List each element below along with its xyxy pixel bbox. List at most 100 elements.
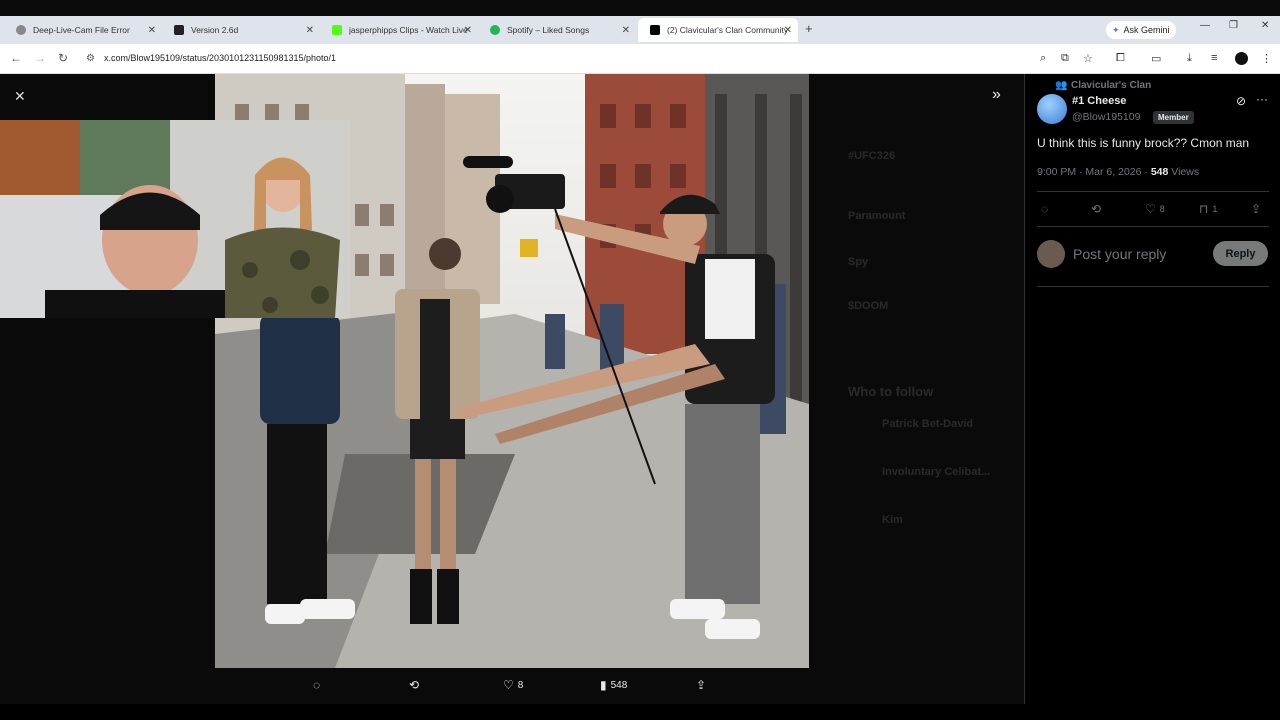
share-button[interactable]: ⇪ [696,678,706,692]
author-display-name[interactable]: #1 Cheese [1072,95,1126,107]
reload-icon[interactable]: ↻ [58,51,68,65]
bg-suggestion: Patrick Bet-David [882,418,974,430]
zoom-icon[interactable]: ⌕ [1040,52,1046,65]
webcam-overlay [0,120,350,318]
reply-icon: ◌ [1041,202,1049,216]
reply-button[interactable]: ◌ [313,678,320,692]
post-text: U think this is funny brock?? Cmon man [1037,136,1250,150]
repost-button[interactable]: ⟲ [1091,202,1101,216]
divider [1037,191,1269,192]
split-view-icon[interactable]: ▭ [1151,52,1161,65]
tab-favicon-icon [332,25,342,35]
divider [1037,286,1269,287]
tab-deep-live-cam[interactable]: Deep-Live-Cam File Error ✕ [4,18,162,42]
share-icon: ⇪ [1251,202,1262,216]
close-tab-icon[interactable]: ✕ [464,25,472,36]
user-avatar [1037,240,1065,268]
close-window-icon[interactable]: ✕ [1261,20,1269,31]
tab-spotify[interactable]: Spotify – Liked Songs ✕ [478,18,636,42]
browser-tab-strip: Deep-Live-Cam File Error ✕ Version 2.6d … [0,0,1280,44]
webcam-feed-illustration [0,120,350,318]
media-controls-icon[interactable]: ≡ [1211,52,1217,64]
tab-title: Spotify – Liked Songs [507,25,590,35]
post-views-count: 548 [1150,166,1169,178]
install-app-icon[interactable]: ⧉ [1061,52,1069,65]
repost-icon: ⟲ [409,678,420,692]
media-viewer: #UFC326 Paramount Spy $DOOM Who to follo… [0,74,1024,704]
grok-icon[interactable]: ⊘ [1236,94,1246,108]
tab-favicon-icon [16,25,26,35]
bg-trend: $DOOM [848,300,889,312]
back-icon[interactable]: ← [10,51,22,65]
share-button[interactable]: ⇪ [1251,202,1261,216]
reply-submit-button[interactable]: Reply [1213,241,1268,266]
heart-icon: ♡ [1145,202,1156,216]
tab-title: Version 2.6d [191,25,239,35]
bg-trend: Spy [848,256,869,268]
url-field[interactable]: x.com/Blow195109/status/2030101231150981… [104,53,336,63]
reply-button[interactable]: ◌ [1041,202,1048,216]
tab-title: Deep-Live-Cam File Error [33,25,130,35]
repost-button[interactable]: ⟲ [409,678,419,692]
heart-icon: ♡ [503,678,514,692]
close-tab-icon[interactable]: ✕ [148,25,156,36]
author-avatar[interactable] [1037,94,1067,124]
ask-gemini-button[interactable]: ✦ Ask Gemini [1106,21,1176,39]
close-viewer-icon[interactable]: ✕ [14,88,32,106]
bg-suggestion: Involuntary Celibat... [882,466,991,478]
collapse-sidebar-icon[interactable]: » [992,86,1001,104]
repost-icon: ⟲ [1091,202,1102,216]
bg-suggestion: Kim [882,514,903,526]
close-tab-icon[interactable]: ✕ [784,25,792,36]
tab-kick-clips[interactable]: jasperphipps Clips - Watch Live ✕ [320,18,478,42]
close-tab-icon[interactable]: ✕ [306,25,314,36]
menu-kebab-icon[interactable]: ⋮ [1261,52,1272,65]
extensions-icon[interactable]: ⧠ [1116,52,1125,65]
bg-who-to-follow: Who to follow [848,384,934,399]
address-bar-row: ← → ↻ ⚙ x.com/Blow195109/status/20301012… [0,44,1280,74]
bg-trend: #UFC326 [848,150,896,162]
forward-icon[interactable]: → [34,51,46,65]
divider [1037,226,1269,227]
top-strip [0,0,1280,16]
viewer-action-bar: ◌ ⟲ ♡ 8 ▮ 548 ⇪ [215,674,809,700]
x-logo-icon [650,25,660,35]
bookmark-button[interactable]: ⊓ 1 [1199,202,1217,216]
profile-avatar[interactable] [1235,52,1248,65]
like-button[interactable]: ♡ 8 [503,678,523,692]
tab-title: (2) Clavicular's Clan Community [667,25,787,35]
author-handle[interactable]: @Blow195109 [1072,111,1140,123]
post-timestamp[interactable]: 9:00 PM · Mar 6, 2026 · [1037,166,1151,178]
bar-chart-icon: ▮ [600,678,607,692]
share-icon: ⇪ [696,678,707,692]
reply-input[interactable]: Post your reply [1073,246,1166,262]
gemini-spark-icon: ✦ [1112,24,1120,35]
post-sidebar: 👥 Clavicular's Clan #1 Cheese @Blow19510… [1024,74,1280,704]
bg-trend: Paramount [848,210,906,222]
bookmark-icon: ⊓ [1199,202,1209,216]
bookmark-star-icon[interactable]: ☆ [1083,52,1093,65]
reply-icon: ◌ [313,678,321,692]
bookmark-count: 1 [1212,204,1218,214]
restore-icon[interactable]: ❐ [1229,20,1238,31]
tab-favicon-icon [174,25,184,35]
like-count: 8 [517,679,524,691]
views-button[interactable]: ▮ 548 [600,678,627,692]
like-count: 8 [1159,204,1165,214]
community-icon: 👥 [1055,80,1068,91]
like-button[interactable]: ♡ 8 [1145,202,1165,216]
tab-version[interactable]: Version 2.6d ✕ [162,18,320,42]
close-tab-icon[interactable]: ✕ [622,25,630,36]
new-tab-button[interactable]: + [805,21,813,36]
downloads-icon[interactable]: ⤓ [1187,52,1192,65]
minimize-icon[interactable]: — [1200,20,1210,31]
more-options-icon[interactable]: ··· [1256,92,1268,106]
community-label[interactable]: Clavicular's Clan [1071,80,1151,91]
post-meta: 9:00 PM · Mar 6, 2026 · 548 Views [1037,166,1199,178]
ask-gemini-label: Ask Gemini [1123,25,1170,35]
view-count: 548 [610,679,628,691]
post-views-label: Views [1171,166,1200,178]
tab-x-community[interactable]: (2) Clavicular's Clan Community ✕ [638,18,798,42]
site-info-icon[interactable]: ⚙ [86,53,95,64]
tab-favicon-icon [490,25,500,35]
